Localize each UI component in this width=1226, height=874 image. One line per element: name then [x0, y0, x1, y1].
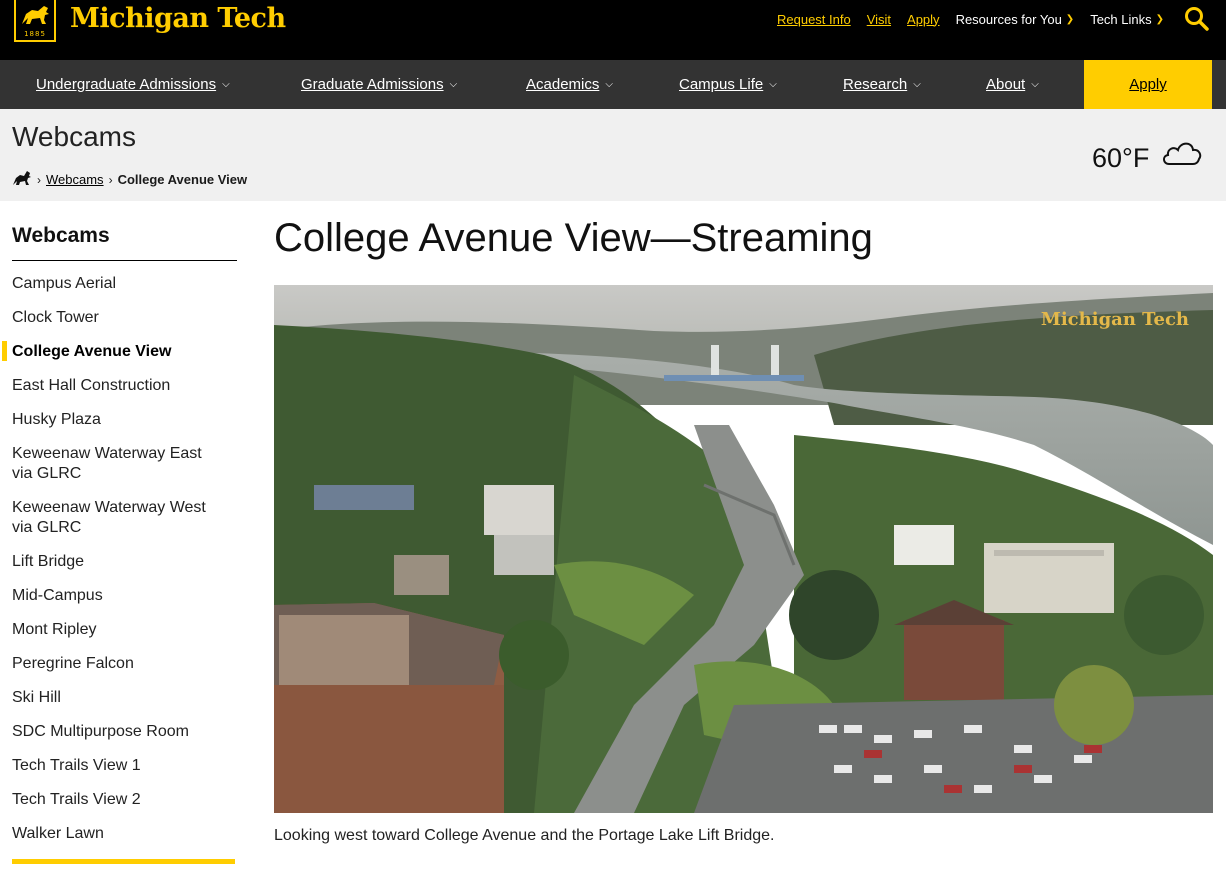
main-nav: Undergraduate Admissions ⌵ Graduate Admi…: [0, 60, 1226, 109]
sidebar-item-college-avenue-view[interactable]: College Avenue View: [2, 335, 237, 369]
sidebar-item-sdc-multipurpose-room[interactable]: SDC Multipurpose Room: [12, 715, 237, 749]
nav-graduate-admissions[interactable]: Graduate Admissions ⌵: [301, 60, 457, 109]
webcam-caption: Looking west toward College Avenue and t…: [274, 827, 775, 844]
resources-dropdown-label: Resources for You: [955, 11, 1062, 27]
nav-label: Campus Life: [679, 76, 764, 93]
sidebar-item-keweenaw-waterway-east[interactable]: Keweenaw Waterway East via GLRC: [12, 437, 217, 491]
breadcrumb: › Webcams › College Avenue View: [12, 170, 247, 189]
search-icon[interactable]: [1184, 6, 1210, 32]
sidebar-gold-divider: [12, 859, 235, 864]
webcam-heading: College Avenue View—Streaming: [274, 216, 873, 260]
webcam-stream-image[interactable]: Michigan Tech: [274, 285, 1213, 813]
breadcrumb-current: College Avenue View: [117, 172, 248, 187]
sidebar-item-peregrine-falcon[interactable]: Peregrine Falcon: [12, 647, 237, 681]
resources-dropdown[interactable]: Resources for You ❯: [956, 12, 1075, 27]
apply-button[interactable]: Apply: [1084, 60, 1212, 109]
sidebar-item-walker-lawn[interactable]: Walker Lawn: [12, 817, 237, 851]
sidebar-item-tech-trails-view-1[interactable]: Tech Trails View 1: [12, 749, 237, 783]
nav-campus-life[interactable]: Campus Life ⌵: [679, 60, 777, 109]
nav-label: Academics: [526, 76, 600, 93]
page-title: Webcams: [12, 121, 136, 152]
utility-nav: Request Info Visit Apply Resources for Y…: [761, 6, 1210, 32]
sidebar-item-keweenaw-waterway-west[interactable]: Keweenaw Waterway West via GLRC: [12, 491, 217, 545]
sidebar-item-mont-ripley[interactable]: Mont Ripley: [12, 613, 237, 647]
cloud-icon: [1161, 138, 1203, 172]
webcam-watermark: Michigan Tech: [1041, 309, 1189, 330]
nav-research[interactable]: Research ⌵: [843, 60, 921, 109]
sidebar-item-mid-campus[interactable]: Mid-Campus: [12, 579, 237, 613]
tech-links-dropdown-label: Tech Links: [1090, 11, 1152, 27]
chevron-down-icon: ⌵: [605, 79, 613, 90]
breadcrumb-separator-icon: ›: [37, 172, 41, 187]
chevron-down-icon: ⌵: [449, 79, 458, 90]
weather-widget: 60°F: [1092, 135, 1203, 174]
request-info-link[interactable]: Request Info: [777, 12, 851, 27]
sidebar-item-ski-hill[interactable]: Ski Hill: [12, 681, 237, 715]
tech-links-dropdown[interactable]: Tech Links ❯: [1090, 12, 1164, 27]
sidebar-item-tech-trails-view-2[interactable]: Tech Trails View 2: [12, 783, 237, 817]
chevron-down-icon: ❯: [1155, 13, 1164, 25]
breadcrumb-separator-icon: ›: [108, 172, 113, 187]
apply-link[interactable]: Apply: [907, 12, 940, 27]
chevron-down-icon: ⌵: [1031, 79, 1039, 90]
chevron-down-icon: ⌵: [222, 79, 230, 90]
temperature: 60°F: [1092, 143, 1150, 173]
home-husky-icon[interactable]: [12, 170, 32, 189]
page-header: Webcams › Webcams › College Avenue View …: [0, 109, 1226, 201]
sidebar-item-husky-plaza[interactable]: Husky Plaza: [12, 403, 237, 437]
sidebar-item-clock-tower[interactable]: Clock Tower: [12, 301, 237, 335]
top-bar: 1885 Michigan Tech Request Info Visit Ap…: [0, 0, 1226, 60]
sidebar-heading: Webcams: [12, 224, 237, 261]
sidebar: Webcams Campus Aerial Clock Tower Colleg…: [2, 224, 237, 864]
logo-year: 1885: [24, 30, 46, 38]
sidebar-list: Campus Aerial Clock Tower College Avenue…: [2, 267, 237, 851]
chevron-down-icon: ⌵: [769, 79, 777, 90]
sidebar-item-lift-bridge[interactable]: Lift Bridge: [12, 545, 237, 579]
nav-about[interactable]: About ⌵: [986, 60, 1039, 109]
sidebar-item-east-hall-construction[interactable]: East Hall Construction: [12, 369, 237, 403]
breadcrumb-webcams-link[interactable]: Webcams: [46, 172, 104, 187]
nav-label: About: [986, 76, 1026, 93]
nav-undergraduate-admissions[interactable]: Undergraduate Admissions ⌵: [36, 60, 230, 109]
nav-label: Graduate Admissions: [301, 76, 444, 93]
husky-logo-icon: 1885: [14, 0, 56, 42]
nav-label: Research: [843, 76, 908, 93]
logo[interactable]: 1885 Michigan Tech: [14, 0, 286, 42]
visit-link[interactable]: Visit: [867, 12, 891, 27]
chevron-down-icon: ⌵: [913, 79, 921, 90]
nav-academics[interactable]: Academics ⌵: [526, 60, 613, 109]
nav-label: Undergraduate Admissions: [36, 76, 217, 93]
sidebar-item-campus-aerial[interactable]: Campus Aerial: [12, 267, 237, 301]
chevron-down-icon: ❯: [1065, 13, 1075, 25]
brand-name: Michigan Tech: [70, 2, 286, 34]
